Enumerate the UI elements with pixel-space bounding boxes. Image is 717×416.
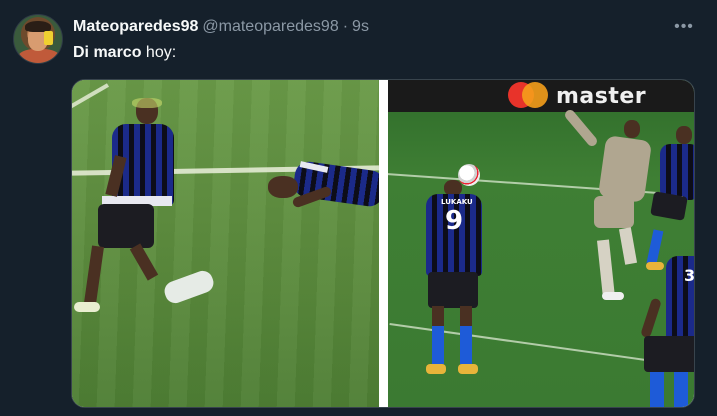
- user-avatar[interactable]: [13, 14, 63, 64]
- tweet-header: Mateoparedes98 @mateoparedes98 · 9s: [73, 17, 369, 37]
- tweet-timestamp[interactable]: 9s: [352, 17, 369, 37]
- tweet-text: Di marco hoy:: [73, 43, 176, 63]
- avatar-shirt: [18, 49, 60, 63]
- diving-player-figure: [72, 80, 379, 407]
- user-handle[interactable]: @mateoparedes98: [202, 17, 338, 37]
- tweet[interactable]: Mateoparedes98 @mateoparedes98 · 9s ••• …: [0, 0, 717, 416]
- edge-shirt-number: 3: [684, 266, 695, 285]
- tweet-text-rest: hoy:: [141, 44, 177, 61]
- separator-dot: ·: [342, 18, 349, 35]
- tweet-media[interactable]: master LUKAKU 9 3: [71, 79, 695, 408]
- tweet-text-bold: Di marco: [73, 44, 142, 61]
- more-horizontal-icon: •••: [674, 18, 694, 35]
- media-left-image[interactable]: [72, 80, 379, 407]
- more-options-button[interactable]: •••: [670, 14, 698, 40]
- edge-player-figure: 3: [388, 80, 695, 407]
- media-divider: [379, 80, 388, 407]
- avatar-phone: [44, 31, 53, 45]
- display-name[interactable]: Mateoparedes98: [73, 17, 198, 37]
- media-right-image[interactable]: master LUKAKU 9 3: [388, 80, 695, 407]
